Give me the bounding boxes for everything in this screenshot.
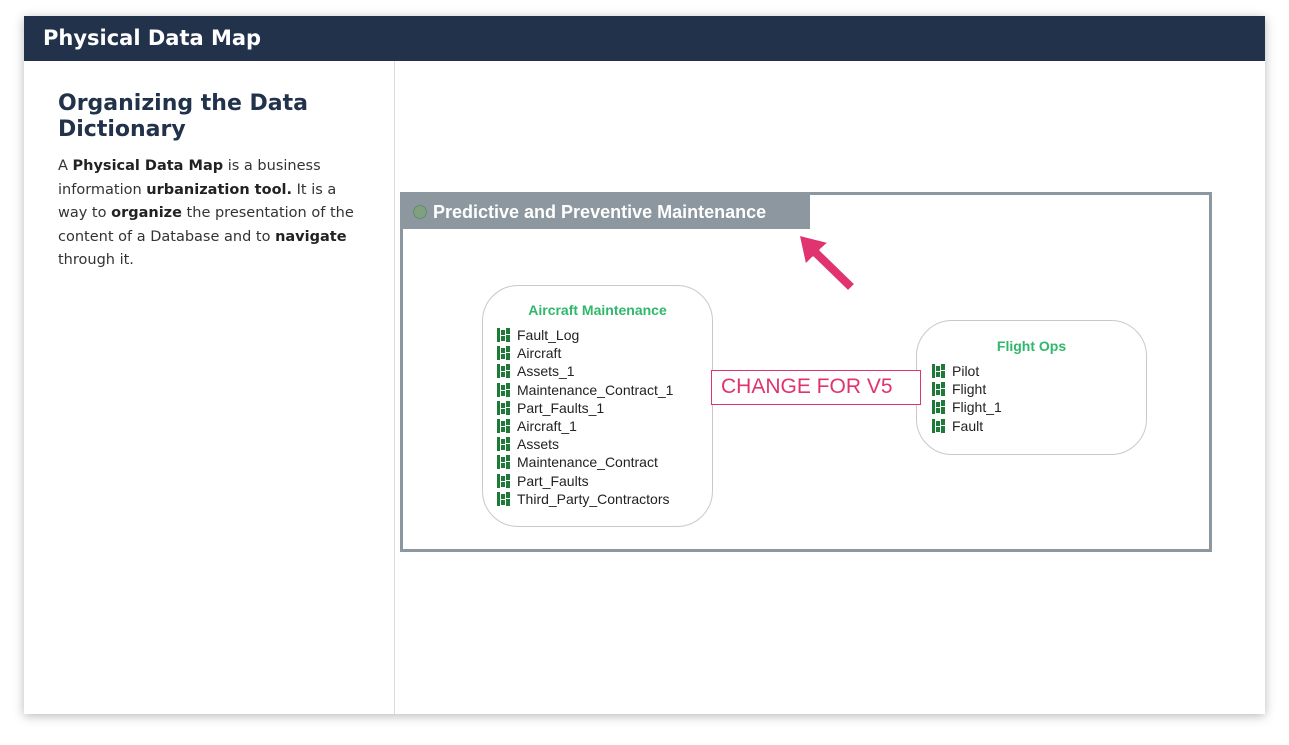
table-name: Aircraft <box>517 345 562 362</box>
domain-title: Aircraft Maintenance <box>528 302 667 318</box>
table-icon <box>497 364 510 379</box>
table-name: Pilot <box>952 363 980 379</box>
table-icon <box>497 437 510 452</box>
table-icon <box>497 473 510 488</box>
table-icon <box>497 400 510 415</box>
table-icon <box>497 491 510 506</box>
description-emphasis: organize <box>111 205 182 221</box>
table-name: Fault <box>952 417 984 434</box>
domain-title: Flight Ops <box>996 338 1067 354</box>
table-name: Aircraft_1 <box>517 417 577 434</box>
page-header: Physical Data Map <box>24 16 1265 61</box>
map-title: Predictive and Preventive Maintenance <box>433 202 767 222</box>
table-icon <box>932 364 945 378</box>
table-list: Fault_Log Aircraft Assets_1 Maintenance_Con… <box>483 326 712 508</box>
table-item[interactable]: Aircraft_1 <box>497 417 712 435</box>
description-emphasis: navigate <box>275 228 347 245</box>
description-run: A <box>58 158 73 174</box>
table-name: Maintenance_Contract_1 <box>517 381 674 398</box>
map-title-tab[interactable]: Predictive and Preventive Maintenance <box>403 195 810 229</box>
table-icon <box>932 418 945 433</box>
description-emphasis: Physical Data Map <box>72 158 224 174</box>
table-item[interactable]: Flight <box>932 380 1146 398</box>
description-panel: Organizing the Data Dictionary A Physica… <box>24 61 395 714</box>
change-annotation-label: CHANGE FOR V5 <box>711 370 921 405</box>
table-item[interactable]: Assets <box>497 435 712 453</box>
table-item[interactable]: Part_Faults_1 <box>497 399 712 417</box>
table-item[interactable]: Fault <box>932 417 1146 435</box>
table-icon <box>497 382 510 397</box>
table-name: Maintenance_Contract <box>517 454 658 471</box>
table-name: Part_Faults_1 <box>517 399 605 416</box>
table-icon <box>932 382 945 397</box>
table-item[interactable]: Third_Party_Contractors <box>497 490 712 508</box>
table-item[interactable]: Pilot <box>932 362 1146 380</box>
description-text: A Physical Data Map is a business inform… <box>58 155 358 273</box>
domain-aircraft-maintenance[interactable]: Aircraft Maintenance Fault_Log Aircraft As… <box>482 285 713 527</box>
table-name: Third_Party_Contractors <box>517 490 670 507</box>
table-name: Fault_Log <box>517 327 580 343</box>
table-name: Assets_1 <box>517 363 575 380</box>
arrow-icon <box>796 232 858 294</box>
section-title: Organizing the Data Dictionary <box>58 91 308 142</box>
table-item[interactable]: Aircraft <box>497 344 712 362</box>
table-icon <box>497 328 510 342</box>
table-name: Part_Faults <box>517 472 589 489</box>
table-item[interactable]: Flight_1 <box>932 398 1146 416</box>
table-item[interactable]: Maintenance_Contract_1 <box>497 381 712 399</box>
page-title: Physical Data Map <box>43 26 262 50</box>
table-name: Assets <box>517 436 560 453</box>
table-icon <box>497 346 510 361</box>
table-item[interactable]: Fault_Log <box>497 326 712 344</box>
table-icon <box>497 418 510 433</box>
table-icon <box>497 455 510 470</box>
status-dot-icon <box>413 205 427 219</box>
table-item[interactable]: Maintenance_Contract <box>497 453 712 471</box>
table-list: Pilot Flight Flight_1 Fault <box>917 362 1146 435</box>
domain-flight-ops[interactable]: Flight Ops Pilot Flight Flight_1 Fault <box>916 320 1147 455</box>
table-name: Flight_1 <box>952 399 1002 416</box>
description-run: through it. <box>58 252 134 268</box>
table-item[interactable]: Assets_1 <box>497 362 712 380</box>
description-emphasis: urbanization tool. <box>146 181 293 198</box>
table-icon <box>932 400 945 415</box>
table-item[interactable]: Part_Faults <box>497 472 712 490</box>
table-name: Flight <box>952 381 987 398</box>
